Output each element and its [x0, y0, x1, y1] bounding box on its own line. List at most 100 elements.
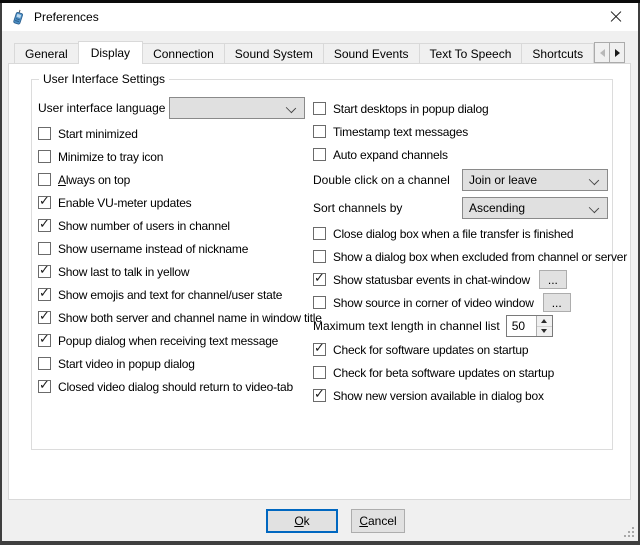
right-settings-column: Start desktops in popup dialogTimestamp …: [313, 97, 613, 407]
tab-text-to-speech[interactable]: Text To Speech: [419, 43, 523, 63]
checkbox-unchecked-icon[interactable]: [313, 148, 326, 161]
checkbox-checked-icon[interactable]: [38, 334, 51, 347]
checkbox-closed-video-dialog-should-return-to-video-tab[interactable]: Closed video dialog should return to vid…: [38, 375, 310, 398]
checkbox-show-last-to-talk-in-yellow[interactable]: Show last to talk in yellow: [38, 260, 310, 283]
max-text-length-label: Maximum text length in channel list: [313, 319, 500, 333]
language-combobox[interactable]: [169, 97, 305, 119]
arrow-down-icon: [541, 329, 547, 333]
show-statusbar-events-in-chat-window-more-button[interactable]: ...: [539, 270, 567, 289]
close-icon: [610, 11, 622, 23]
tab-scroll-left-button[interactable]: [594, 42, 610, 63]
checkbox-show-number-of-users-in-channel[interactable]: Show number of users in channel: [38, 214, 310, 237]
checkbox-check-for-software-updates-on-startup[interactable]: Check for software updates on startup: [313, 338, 613, 361]
language-label: User interface language: [38, 101, 169, 115]
checkbox-label: Check for software updates on startup: [333, 343, 528, 357]
checkbox-unchecked-icon[interactable]: [313, 366, 326, 379]
checkbox-show-source-in-corner-of-video-window[interactable]: Show source in corner of video window...: [313, 291, 613, 314]
sort-channels-by-label: Sort channels by: [313, 201, 462, 215]
checkbox-checked-icon[interactable]: [38, 196, 51, 209]
checkbox-checked-icon[interactable]: [38, 288, 51, 301]
checkbox-label: Always on top: [58, 173, 130, 187]
checkbox-always-on-top[interactable]: Always on top: [38, 168, 310, 191]
arrow-left-icon: [600, 49, 605, 57]
checkbox-show-new-version-available-in-dialog-box[interactable]: Show new version available in dialog box: [313, 384, 613, 407]
checkbox-label: Close dialog box when a file transfer is…: [333, 227, 573, 241]
checkbox-checked-icon[interactable]: [313, 389, 326, 402]
checkbox-unchecked-icon[interactable]: [313, 250, 326, 263]
checkbox-checked-icon[interactable]: [38, 219, 51, 232]
checkbox-checked-icon[interactable]: [313, 343, 326, 356]
tab-sound-events[interactable]: Sound Events: [323, 43, 420, 63]
checkbox-show-a-dialog-box-when-excluded-from-channel-or-server[interactable]: Show a dialog box when excluded from cha…: [313, 245, 613, 268]
checkbox-show-username-instead-of-nickname[interactable]: Show username instead of nickname: [38, 237, 310, 260]
checkbox-timestamp-text-messages[interactable]: Timestamp text messages: [313, 120, 613, 143]
checkbox-show-statusbar-events-in-chat-window[interactable]: Show statusbar events in chat-window...: [313, 268, 613, 291]
show-source-in-corner-of-video-window-more-button[interactable]: ...: [543, 293, 571, 312]
left-settings-column: User interface language Start minimizedM…: [38, 94, 310, 398]
tab-sound-system[interactable]: Sound System: [224, 43, 324, 63]
checkbox-unchecked-icon[interactable]: [313, 296, 326, 309]
tab-connection[interactable]: Connection: [142, 43, 225, 63]
sort-channels-by-combobox[interactable]: Ascending: [462, 197, 608, 219]
checkbox-auto-expand-channels[interactable]: Auto expand channels: [313, 143, 613, 166]
tab-scrollers: [594, 42, 625, 63]
double-click-on-a-channel-label: Double click on a channel: [313, 173, 462, 187]
max-text-length-row: Maximum text length in channel list 50: [313, 314, 613, 338]
checkbox-start-minimized[interactable]: Start minimized: [38, 122, 310, 145]
tab-general[interactable]: General: [14, 43, 79, 63]
double-click-on-a-channel-row: Double click on a channelJoin or leave: [313, 166, 613, 194]
checkbox-start-video-in-popup-dialog[interactable]: Start video in popup dialog: [38, 352, 310, 375]
checkbox-checked-icon[interactable]: [313, 273, 326, 286]
spinner-value: 50: [507, 316, 536, 336]
ok-button[interactable]: Ok: [266, 509, 338, 533]
checkbox-checked-icon[interactable]: [38, 265, 51, 278]
checkbox-check-for-beta-software-updates-on-startup[interactable]: Check for beta software updates on start…: [313, 361, 613, 384]
titlebar[interactable]: Preferences: [2, 3, 638, 31]
checkbox-show-both-server-and-channel-name-in-window-title[interactable]: Show both server and channel name in win…: [38, 306, 310, 329]
spin-up-button[interactable]: [537, 316, 552, 327]
checkbox-unchecked-icon[interactable]: [313, 227, 326, 240]
checkbox-close-dialog-box-when-a-file-transfer-is-finished[interactable]: Close dialog box when a file transfer is…: [313, 222, 613, 245]
checkbox-enable-vu-meter-updates[interactable]: Enable VU-meter updates: [38, 191, 310, 214]
checkbox-label: Show both server and channel name in win…: [58, 311, 322, 325]
resize-grip[interactable]: [622, 525, 635, 538]
group-title: User Interface Settings: [39, 72, 169, 86]
checkbox-minimize-to-tray-icon[interactable]: Minimize to tray icon: [38, 145, 310, 168]
close-button[interactable]: [593, 3, 638, 31]
right-dropdown-rows: Double click on a channelJoin or leaveSo…: [313, 166, 613, 222]
checkbox-start-desktops-in-popup-dialog[interactable]: Start desktops in popup dialog: [313, 97, 613, 120]
checkbox-checked-icon[interactable]: [38, 380, 51, 393]
spin-down-button[interactable]: [537, 327, 552, 337]
checkbox-show-emojis-and-text-for-channel-user-state[interactable]: Show emojis and text for channel/user st…: [38, 283, 310, 306]
tab-shortcuts[interactable]: Shortcuts: [521, 43, 594, 63]
group-user-interface-settings: User Interface Settings User interface l…: [31, 79, 613, 450]
walkie-talkie-icon: [11, 9, 27, 25]
checkbox-unchecked-icon[interactable]: [38, 357, 51, 370]
checkbox-unchecked-icon[interactable]: [38, 173, 51, 186]
chevron-down-icon: [589, 175, 599, 185]
checkbox-label: Check for beta software updates on start…: [333, 366, 554, 380]
double-click-on-a-channel-combobox[interactable]: Join or leave: [462, 169, 608, 191]
cancel-button[interactable]: Cancel: [351, 509, 405, 533]
window-title: Preferences: [34, 10, 99, 24]
combobox-value: Join or leave: [463, 173, 537, 187]
checkbox-unchecked-icon[interactable]: [38, 127, 51, 140]
tab-display[interactable]: Display: [78, 41, 143, 64]
checkbox-checked-icon[interactable]: [38, 311, 51, 324]
max-text-length-spinner[interactable]: 50: [506, 315, 553, 337]
tab-scroll-right-button[interactable]: [610, 42, 625, 63]
checkbox-label: Closed video dialog should return to vid…: [58, 380, 293, 394]
arrow-right-icon: [615, 49, 620, 57]
checkbox-unchecked-icon[interactable]: [38, 242, 51, 255]
checkbox-popup-dialog-when-receiving-text-message[interactable]: Popup dialog when receiving text message: [38, 329, 310, 352]
checkbox-unchecked-icon[interactable]: [313, 102, 326, 115]
checkbox-label: Show a dialog box when excluded from cha…: [333, 250, 627, 264]
preferences-window: Preferences GeneralDisplayConnectionSoun…: [2, 3, 638, 541]
tab-page-display: User Interface Settings User interface l…: [8, 63, 631, 500]
left-checkbox-list: Start minimizedMinimize to tray icon Alwa…: [38, 122, 310, 398]
checkbox-label: Auto expand channels: [333, 148, 448, 162]
checkbox-unchecked-icon[interactable]: [313, 125, 326, 138]
sort-channels-by-row: Sort channels byAscending: [313, 194, 613, 222]
checkbox-unchecked-icon[interactable]: [38, 150, 51, 163]
arrow-up-icon: [541, 319, 547, 323]
